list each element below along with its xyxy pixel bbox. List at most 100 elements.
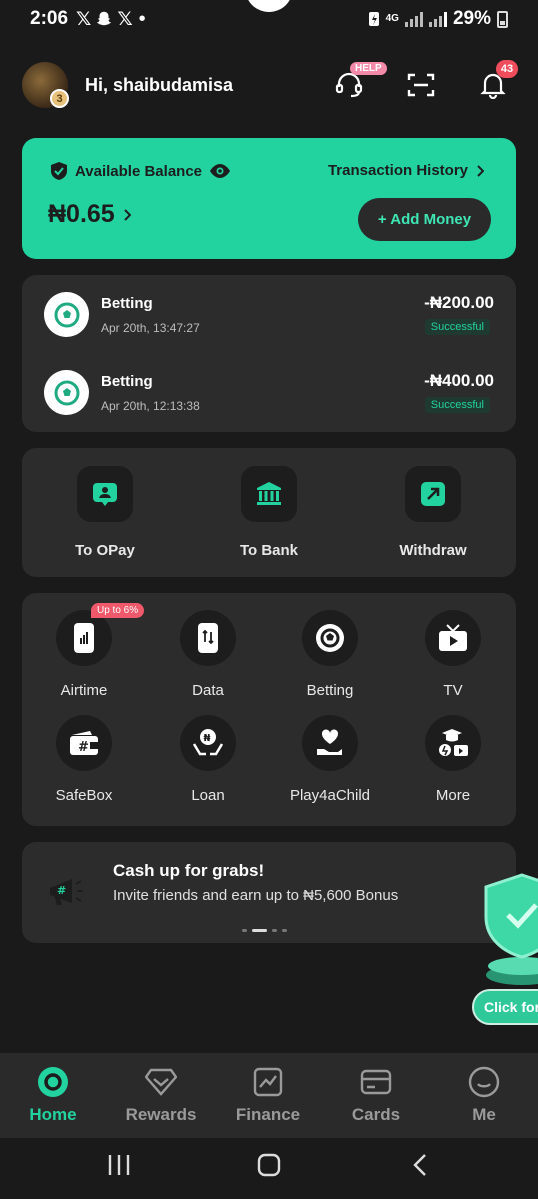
service-play4achild[interactable]: Play4aChild: [275, 715, 385, 804]
click-for-button[interactable]: Click for: [472, 989, 538, 1025]
network-type: 4G: [385, 13, 399, 24]
add-money-button[interactable]: + Add Money: [358, 198, 491, 241]
nav-label: Finance: [235, 1105, 301, 1124]
transaction-amount: -₦200.00: [424, 293, 494, 312]
notification-icons: 𝕏 𝕏: [76, 8, 133, 31]
nav-label: Cards: [351, 1105, 401, 1124]
more-notifications-dot: •: [138, 7, 146, 30]
phone-data-icon: [180, 610, 236, 666]
service-tv[interactable]: TV: [398, 610, 508, 699]
transaction-status: Successful: [424, 397, 490, 413]
bank-icon: [241, 466, 297, 522]
balance-card: Available Balance Transaction History ₦0…: [22, 138, 516, 259]
card-icon: [359, 1065, 393, 1099]
service-data[interactable]: Data: [153, 610, 263, 699]
signal-icon: [404, 11, 423, 27]
withdraw-icon: [405, 466, 461, 522]
phone-airtime-icon: [56, 610, 112, 666]
camera-cutout: [245, 0, 293, 12]
svg-text:#: #: [57, 884, 66, 897]
transfer-label: Withdraw: [399, 542, 467, 559]
promo-title: Cash up for grabs!: [113, 861, 265, 880]
system-nav-bar: [0, 1138, 538, 1199]
service-label: Data: [192, 682, 224, 699]
balance-amount: ₦0.65: [48, 200, 115, 228]
rewards-diamond-icon: [144, 1065, 178, 1099]
service-label: Play4aChild: [289, 787, 371, 804]
withdraw-button[interactable]: Withdraw: [378, 466, 488, 559]
nav-finance[interactable]: Finance: [218, 1065, 318, 1125]
status-bar: 2:06 𝕏 𝕏 • 4G 29%: [0, 0, 538, 38]
balance-amount-link[interactable]: ₦0.65: [48, 200, 131, 229]
nav-cards[interactable]: Cards: [326, 1065, 426, 1125]
more-grid-icon: [425, 715, 481, 771]
opay-user-icon: [77, 466, 133, 522]
battery-saver-icon: [368, 12, 379, 26]
shield-check-icon: [51, 162, 67, 180]
transaction-date: Apr 20th, 12:13:38: [101, 399, 200, 413]
tv-icon: [425, 610, 481, 666]
service-label: Betting: [306, 682, 354, 699]
transfer-actions: To OPay To Bank Withdraw: [22, 448, 516, 577]
nav-home[interactable]: Home: [3, 1065, 103, 1125]
safebox-wallet-icon: #: [56, 715, 112, 771]
scan-icon: [407, 73, 435, 97]
promo-banner[interactable]: # Cash up for grabs! Invite friends and …: [22, 842, 516, 943]
service-loan[interactable]: ₦ Loan: [153, 715, 263, 804]
eye-icon[interactable]: [209, 163, 231, 179]
megaphone-icon: #: [50, 879, 83, 905]
transaction-history-link[interactable]: Transaction History: [328, 162, 484, 179]
snapchat-icon: [97, 11, 112, 26]
nav-label: Home: [29, 1105, 77, 1124]
bottom-nav: Home Rewards Finance Cards Me: [0, 1053, 538, 1138]
chevron-right-icon: [477, 164, 484, 177]
transaction-row[interactable]: Betting Apr 20th, 12:13:38 -₦400.00 Succ…: [22, 353, 516, 431]
transaction-title: Betting: [101, 295, 153, 312]
transaction-status: Successful: [424, 319, 490, 335]
avatar[interactable]: 3: [22, 62, 69, 108]
nav-me[interactable]: Me: [434, 1065, 534, 1125]
transaction-amount: -₦400.00: [424, 371, 494, 390]
transfer-label: To OPay: [75, 542, 135, 559]
to-opay-button[interactable]: To OPay: [50, 466, 160, 559]
soccer-ball-icon: [44, 292, 89, 337]
home-system-icon[interactable]: [257, 1153, 281, 1177]
shield-check-icon: [484, 873, 538, 985]
services-grid: Up to 6% Airtime Data Betting TV # SafeB…: [22, 593, 516, 826]
back-icon[interactable]: [412, 1153, 428, 1177]
service-label: More: [435, 787, 471, 804]
svg-text:#: #: [78, 740, 89, 755]
transaction-history-label: Transaction History: [327, 162, 468, 179]
service-more[interactable]: More: [398, 715, 508, 804]
notification-count-badge: 43: [496, 60, 518, 78]
service-safebox[interactable]: # SafeBox: [29, 715, 139, 804]
loan-hands-icon: ₦: [180, 715, 236, 771]
svg-text:₦: ₦: [204, 733, 211, 744]
recent-apps-icon[interactable]: [107, 1154, 131, 1176]
scan-button[interactable]: [404, 68, 438, 102]
carousel-dots: [242, 929, 287, 932]
balance-label: Available Balance: [75, 162, 203, 180]
nav-label: Me: [472, 1105, 496, 1124]
help-button[interactable]: HELP: [332, 62, 387, 102]
service-betting[interactable]: Betting: [275, 610, 385, 699]
service-airtime[interactable]: Up to 6% Airtime: [29, 603, 145, 699]
transaction-row[interactable]: Betting Apr 20th, 13:47:27 -₦200.00 Succ…: [22, 275, 516, 353]
heart-hand-icon: [302, 715, 358, 771]
home-icon: [36, 1065, 70, 1099]
notifications-button[interactable]: 43: [476, 60, 518, 102]
transaction-title: Betting: [101, 373, 153, 390]
soccer-ball-icon: [302, 610, 358, 666]
avatar-level-badge: 3: [50, 89, 69, 108]
x-app-icon: 𝕏: [76, 8, 92, 30]
finance-chart-icon: [251, 1065, 285, 1099]
service-label: TV: [443, 682, 463, 699]
to-bank-button[interactable]: To Bank: [214, 466, 324, 559]
battery-icon: [497, 10, 508, 28]
nav-label: Rewards: [125, 1105, 197, 1124]
recent-transactions: Betting Apr 20th, 13:47:27 -₦200.00 Succ…: [22, 275, 516, 432]
app-header: 3 Hi, shaibudamisa HELP 43: [22, 60, 518, 110]
battery-percent: 29%: [452, 8, 491, 29]
nav-rewards[interactable]: Rewards: [111, 1065, 211, 1125]
profile-face-icon: [467, 1065, 501, 1099]
